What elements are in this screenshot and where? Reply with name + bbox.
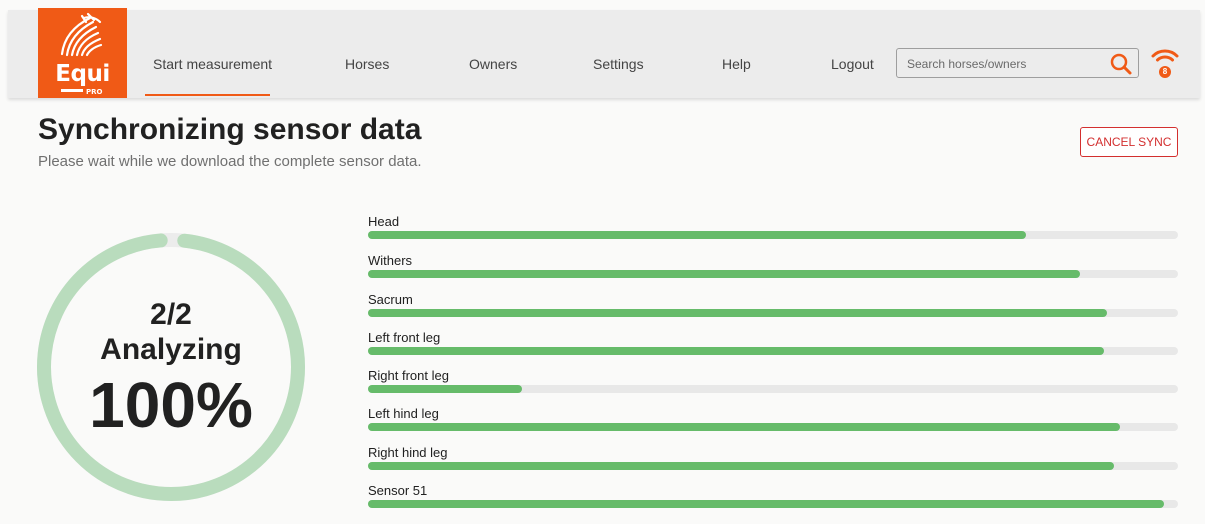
connection-count-badge: 8	[1159, 66, 1171, 78]
sensor-label: Sacrum	[368, 292, 413, 307]
sensor-progress-fill	[368, 500, 1165, 508]
sensor-label: Sensor 51	[368, 483, 428, 498]
sensor-progress-track	[368, 231, 1178, 239]
nav-start-measurement[interactable]: Start measurement	[153, 56, 272, 72]
sensor-progress-fill	[368, 462, 1114, 470]
page-title: Synchronizing sensor data	[38, 113, 422, 146]
sensor-progress-fill	[368, 270, 1080, 278]
cancel-sync-button[interactable]: CANCEL SYNC	[1080, 127, 1178, 157]
sensor-row-right-hind-leg: Right hind leg	[368, 445, 1178, 470]
sensor-progress-track	[368, 309, 1178, 317]
progress-ring	[37, 233, 305, 501]
sensor-row-sensor-51: Sensor 51	[368, 483, 1178, 508]
sensor-progress-track	[368, 385, 1178, 393]
sensor-label: Right front leg	[368, 368, 449, 383]
sensor-row-right-front-leg: Right front leg	[368, 368, 1178, 393]
nav-logout[interactable]: Logout	[831, 56, 874, 72]
sensor-progress-fill	[368, 385, 522, 393]
sensor-progress-track	[368, 270, 1178, 278]
progress-ring-fill	[37, 233, 305, 501]
logo-pro-label: PRO	[86, 88, 103, 96]
page-subtitle: Please wait while we download the comple…	[38, 153, 422, 170]
logo-wordmark: Equi	[55, 61, 110, 87]
sensor-label: Head	[368, 214, 400, 229]
top-strip	[0, 0, 1205, 10]
equi-pro-logo[interactable]: Equi PRO	[38, 8, 127, 98]
sensor-row-left-hind-leg: Left hind leg	[368, 406, 1178, 431]
progress-status: Analyzing	[100, 333, 242, 366]
sensor-row-sacrum: Sacrum	[368, 292, 1178, 317]
sensor-progress-fill	[368, 347, 1105, 355]
sensor-progress-track	[368, 500, 1178, 508]
sensor-row-left-front-leg: Left front leg	[368, 330, 1178, 355]
nav-help[interactable]: Help	[722, 56, 751, 72]
search-icon[interactable]	[1109, 52, 1133, 81]
sensor-progress-track	[368, 347, 1178, 355]
progress-step: 2/2	[150, 298, 192, 331]
nav-horses[interactable]: Horses	[345, 56, 389, 72]
sensor-row-head: Head	[368, 214, 1178, 239]
sensor-label: Left hind leg	[368, 406, 439, 421]
sensor-label: Right hind leg	[368, 445, 448, 460]
search-box	[896, 48, 1139, 78]
search-input[interactable]	[905, 54, 1109, 74]
logo-underline	[61, 89, 83, 92]
nav-owners[interactable]: Owners	[469, 56, 517, 72]
horse-head-logo-icon	[60, 12, 103, 57]
sensor-progress-fill	[368, 309, 1107, 317]
nav-settings[interactable]: Settings	[593, 56, 644, 72]
sensor-label: Left front leg	[368, 330, 441, 345]
sensor-row-withers: Withers	[368, 253, 1178, 278]
sensor-label: Withers	[368, 253, 413, 268]
sensor-progress-fill	[368, 231, 1026, 239]
sensor-progress-track	[368, 423, 1178, 431]
sensor-progress-track	[368, 462, 1178, 470]
progress-percent: 100%	[89, 369, 253, 441]
sensor-progress-fill	[368, 423, 1120, 431]
nav-active-indicator	[145, 94, 270, 96]
